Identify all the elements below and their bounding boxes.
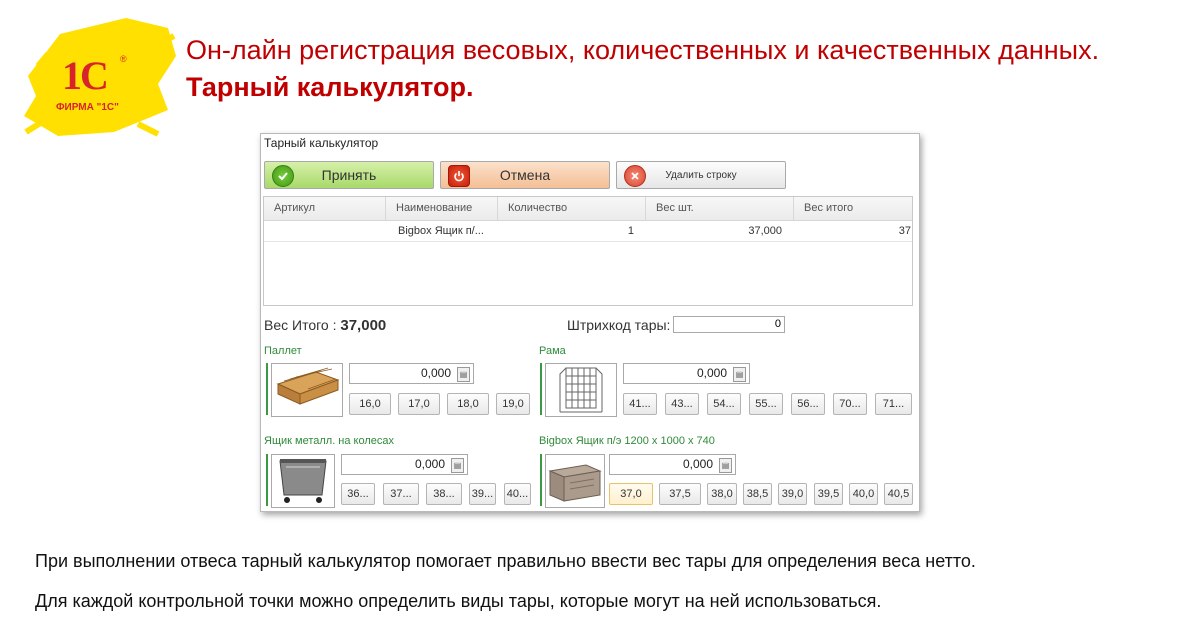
cell-total-weight: 37, [898, 225, 913, 237]
column-header-article[interactable]: Артикул [264, 197, 386, 220]
table-header: Артикул Наименование Количество Вес шт. … [264, 197, 912, 221]
group-title-bigbox: Bigbox Ящик п/э 1200 х 1000 х 740 [539, 435, 715, 447]
frame-chip[interactable]: 43... [665, 393, 699, 415]
calculator-icon[interactable]: ▤ [451, 458, 464, 473]
bigbox-chip[interactable]: 38,0 [707, 483, 737, 505]
slide-title-regular: Он-лайн регистрация весовых, количествен… [186, 35, 1100, 65]
pallet-chip[interactable]: 16,0 [349, 393, 391, 415]
barcode-input[interactable]: 0 [673, 316, 785, 333]
logo-mark: 1С [62, 53, 109, 98]
cancel-button[interactable]: Отмена [440, 161, 610, 189]
accept-button[interactable]: Принять [264, 161, 434, 189]
power-icon [448, 165, 470, 187]
metal-box-image [271, 454, 335, 508]
calculator-icon[interactable]: ▤ [719, 458, 732, 473]
frame-weight-input[interactable]: 0,000 ▤ [623, 363, 750, 384]
metal-box-chip[interactable]: 39... [469, 483, 496, 505]
group-marker [540, 363, 542, 415]
bigbox-chip[interactable]: 39,0 [778, 483, 807, 505]
frame-chip[interactable]: 56... [791, 393, 825, 415]
pallet-chip[interactable]: 19,0 [496, 393, 530, 415]
barcode-label: Штрихкод тары: [567, 317, 671, 333]
group-title-metal-box: Ящик металл. на колесах [264, 435, 395, 447]
group-marker [266, 363, 268, 415]
company-logo: 1С ® ФИРМА "1С" [18, 14, 180, 139]
column-header-total-weight[interactable]: Вес итого [794, 197, 912, 220]
pallet-chip[interactable]: 17,0 [398, 393, 440, 415]
slide-title-bold: Тарный калькулятор. [186, 72, 474, 102]
bigbox-weight-input[interactable]: 0,000 ▤ [609, 454, 736, 475]
pallet-image [271, 363, 343, 417]
metal-box-chip[interactable]: 38... [426, 483, 462, 505]
frame-chip[interactable]: 55... [749, 393, 783, 415]
group-marker [540, 454, 542, 506]
group-title-pallet: Паллет [264, 345, 302, 357]
metal-box-chip[interactable]: 36... [341, 483, 375, 505]
frame-chip[interactable]: 70... [833, 393, 867, 415]
tare-table[interactable]: Артикул Наименование Количество Вес шт. … [263, 196, 913, 306]
table-row[interactable]: Bigbox Ящик п/... 1 37,000 37, [264, 221, 912, 242]
registered-mark: ® [120, 54, 127, 64]
bigbox-chip[interactable]: 40,5 [884, 483, 913, 505]
frame-image [545, 363, 617, 417]
close-icon [624, 165, 646, 187]
caption-line-2: Для каждой контрольной точки можно опред… [35, 591, 882, 611]
caption-line-1: При выполнении отвеса тарный калькулятор… [35, 551, 976, 571]
frame-chip[interactable]: 41... [623, 393, 657, 415]
column-header-quantity[interactable]: Количество [498, 197, 646, 220]
bigbox-chip-selected[interactable]: 37,0 [609, 483, 653, 505]
bigbox-chip[interactable]: 40,0 [849, 483, 878, 505]
slide-title: Он-лайн регистрация весовых, количествен… [186, 32, 1176, 106]
total-weight-value: 37,000 [340, 317, 387, 334]
frame-chip[interactable]: 54... [707, 393, 741, 415]
logo-caption: ФИРМА "1С" [56, 102, 119, 113]
pallet-weight-value: 0,000 [420, 366, 451, 380]
delete-row-button-label: Удалить строку [665, 169, 737, 181]
bigbox-chip[interactable]: 39,5 [814, 483, 843, 505]
window-title: Тарный калькулятор [264, 136, 379, 150]
total-weight-label: Вес Итого : [264, 317, 337, 333]
group-title-frame: Рама [539, 345, 566, 357]
cell-name: Bigbox Ящик п/... [398, 225, 484, 237]
metal-box-chip[interactable]: 40... [504, 483, 531, 505]
metal-box-weight-input[interactable]: 0,000 ▤ [341, 454, 468, 475]
calculator-icon[interactable]: ▤ [733, 367, 746, 382]
frame-weight-value: 0,000 [696, 366, 727, 380]
pallet-chip[interactable]: 18,0 [447, 393, 489, 415]
column-header-unit-weight[interactable]: Вес шт. [646, 197, 794, 220]
cell-quantity: 1 [627, 225, 634, 237]
checkmark-icon [272, 165, 294, 187]
total-weight: Вес Итого : 37,000 [264, 317, 386, 334]
cancel-button-label: Отмена [499, 167, 551, 183]
pallet-weight-input[interactable]: 0,000 ▤ [349, 363, 474, 384]
calculator-icon[interactable]: ▤ [457, 367, 470, 382]
bigbox-chip[interactable]: 37,5 [659, 483, 701, 505]
tare-calculator-window: Тарный калькулятор Принять Отмена Удалит… [260, 133, 920, 512]
metal-box-weight-value: 0,000 [414, 457, 445, 471]
bigbox-weight-value: 0,000 [682, 457, 713, 471]
accept-button-label: Принять [321, 167, 377, 183]
bigbox-image [545, 454, 605, 508]
column-header-name[interactable]: Наименование [386, 197, 498, 220]
delete-row-button[interactable]: Удалить строку [616, 161, 786, 189]
cell-unit-weight: 37,000 [748, 225, 782, 237]
metal-box-chip[interactable]: 37... [383, 483, 419, 505]
bigbox-chip[interactable]: 38,5 [743, 483, 772, 505]
frame-chip[interactable]: 71... [875, 393, 912, 415]
group-marker [266, 454, 268, 506]
